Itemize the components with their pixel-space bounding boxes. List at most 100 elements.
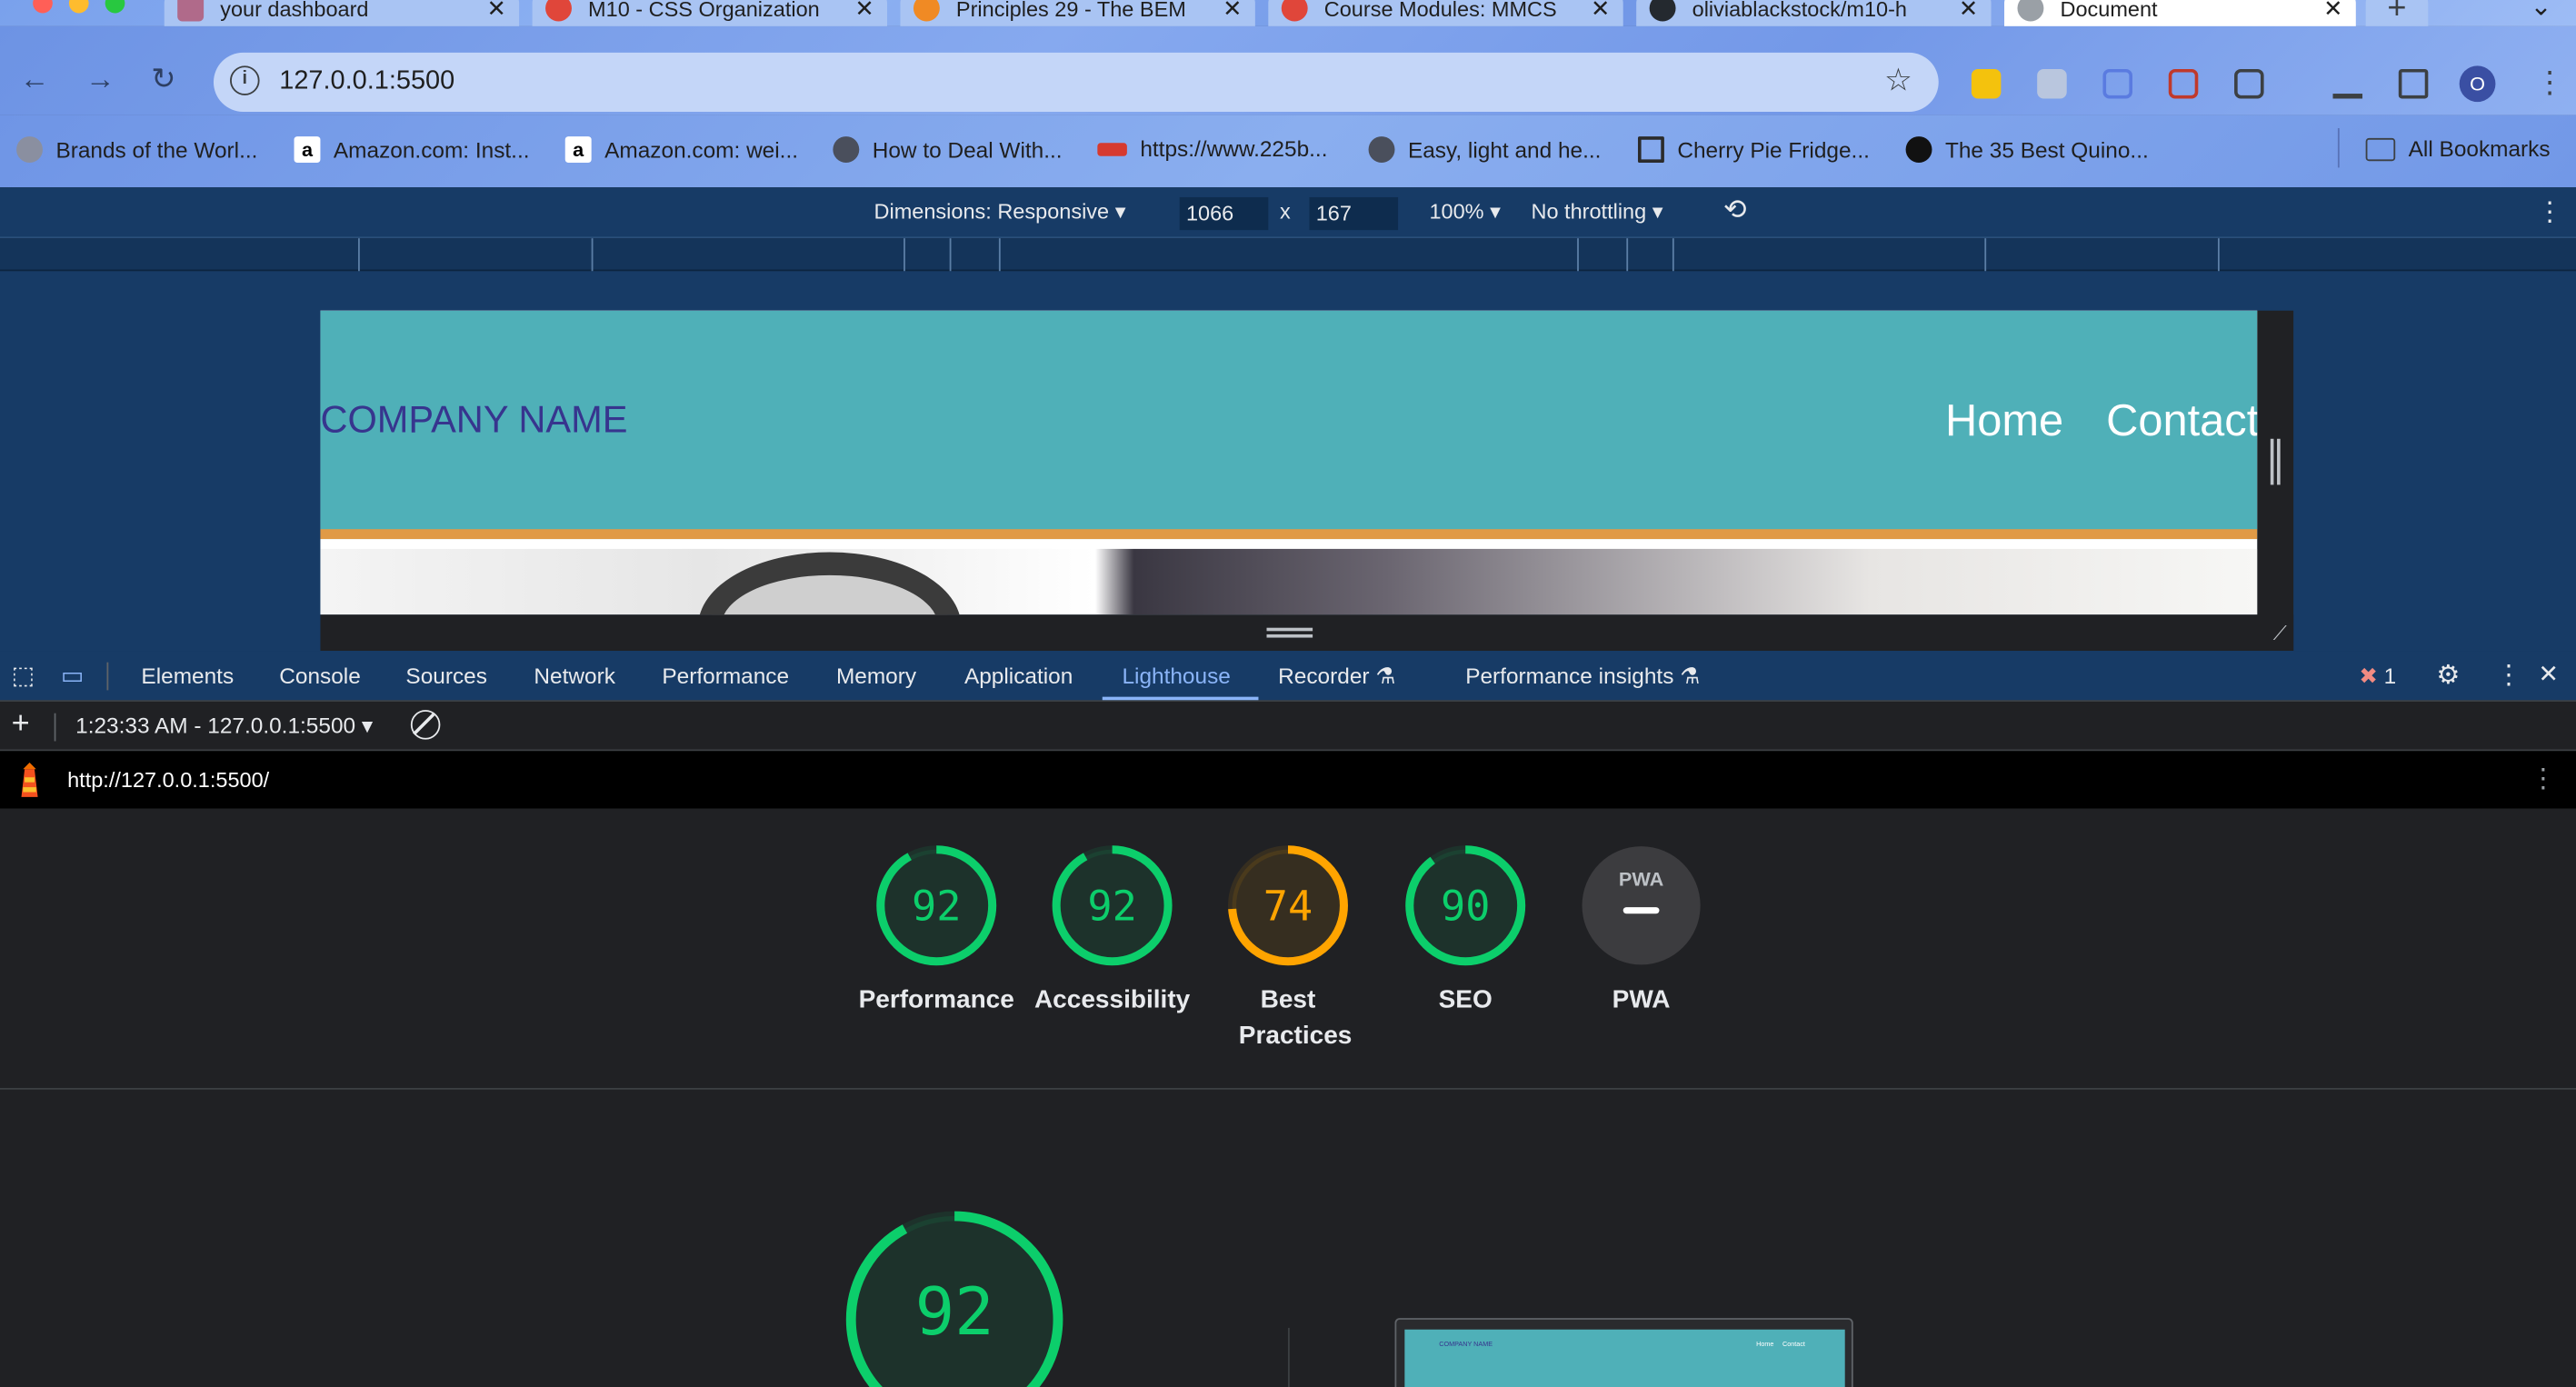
- browser-tab[interactable]: oliviablackstock/m10-h ✕: [1636, 0, 1992, 26]
- ruler-tick: [2217, 238, 2220, 272]
- tab-network[interactable]: Network: [534, 664, 614, 688]
- ruler-tick: [1626, 238, 1629, 272]
- side-panel-icon[interactable]: [2398, 68, 2429, 99]
- report-menu-icon[interactable]: ⋮: [2530, 763, 2556, 795]
- bookmark-item[interactable]: a Amazon.com: Inst...: [294, 136, 530, 164]
- globe-favicon-icon: [2017, 0, 2044, 22]
- profile-avatar[interactable]: O: [2459, 65, 2496, 103]
- bookmark-star-icon[interactable]: ☆: [1884, 63, 1912, 101]
- bookmark-item[interactable]: Easy, light and he...: [1368, 136, 1601, 164]
- active-tab-indicator: [1102, 696, 1259, 701]
- viewport-side-resize-handle[interactable]: [2257, 310, 2294, 652]
- bookmark-item[interactable]: a Amazon.com: wei...: [564, 136, 799, 164]
- maximize-window-button[interactable]: [105, 0, 125, 14]
- score-gauge-pwa[interactable]: PWA PWA: [1551, 844, 1732, 1019]
- browser-tab[interactable]: your dashboard ✕: [164, 0, 520, 26]
- browser-tab[interactable]: Course Modules: MMCS ✕: [1268, 0, 1623, 26]
- bookmark-item[interactable]: https://www.225b...: [1097, 136, 1327, 161]
- throttling-dropdown[interactable]: No throttling ▾: [1531, 199, 1662, 225]
- site-nav-contact-link[interactable]: Contact: [2106, 396, 2257, 447]
- inspect-element-icon[interactable]: ⬚: [12, 661, 35, 691]
- score-gauge-seo[interactable]: 90 SEO: [1375, 844, 1556, 1019]
- bookmark-item[interactable]: The 35 Best Quino...: [1905, 136, 2149, 164]
- media-query-ruler[interactable]: [0, 238, 2576, 272]
- report-selector[interactable]: 1:23:33 AM - 127.0.0.1:5500 ▾: [75, 713, 373, 740]
- column-divider: [1288, 1327, 1290, 1387]
- ruler-tick: [904, 238, 905, 272]
- browser-tab-active[interactable]: Document ✕: [2004, 0, 2356, 26]
- gauge-label: PWA: [1612, 985, 1671, 1014]
- tab-sources[interactable]: Sources: [405, 664, 487, 688]
- all-bookmarks-button[interactable]: All Bookmarks: [2365, 136, 2551, 161]
- height-input[interactable]: 167: [1309, 196, 1399, 231]
- tab-elements[interactable]: Elements: [141, 664, 234, 688]
- viewport-bottom-resize-handle[interactable]: ⟋: [320, 614, 2294, 652]
- gauge-score: 74: [1263, 883, 1313, 931]
- score-gauge-best-practices[interactable]: 74 Best Practices: [1198, 844, 1379, 1054]
- tab-title: Document: [2060, 0, 2158, 21]
- score-gauge-accessibility[interactable]: 92 Accessibility: [1022, 844, 1203, 1019]
- corner-resize-icon[interactable]: ⟋: [2273, 621, 2287, 645]
- clear-reports-icon[interactable]: [410, 710, 441, 740]
- extensions-puzzle-icon[interactable]: [2234, 68, 2264, 99]
- bookmark-item[interactable]: How to Deal With...: [833, 136, 1063, 164]
- chrome-menu-icon[interactable]: ⋮: [2535, 65, 2565, 100]
- media-controls-icon[interactable]: [2332, 69, 2363, 99]
- device-toggle-icon[interactable]: ▭: [61, 661, 85, 691]
- tab-lighthouse[interactable]: Lighthouse: [1122, 664, 1230, 688]
- tab-performance[interactable]: Performance: [662, 664, 789, 688]
- devtools-tab-bar: ⬚ ▭ Elements Console Sources Network Per…: [0, 651, 2576, 703]
- extension-bulb-icon[interactable]: [1971, 68, 2002, 99]
- github-favicon-icon: [1649, 0, 1676, 22]
- tab-recorder[interactable]: Recorder ⚗: [1278, 664, 1395, 690]
- close-tab-icon[interactable]: ✕: [854, 0, 874, 22]
- address-bar[interactable]: i 127.0.0.1:5500 ☆: [213, 52, 1939, 112]
- lighthouse-report-header: http://127.0.0.1:5500/ ⋮: [0, 751, 2576, 809]
- forward-arrow-icon[interactable]: →: [85, 63, 115, 97]
- final-screenshot-thumbnail[interactable]: COMPANY NAME Home Contact: [1394, 1318, 1853, 1387]
- report-url-link[interactable]: http://127.0.0.1:5500/: [67, 767, 269, 792]
- dimensions-dropdown[interactable]: Dimensions: Responsive ▾: [874, 199, 1126, 225]
- bookmark-label: Amazon.com: wei...: [604, 136, 799, 163]
- close-window-button[interactable]: [33, 0, 53, 14]
- bookmark-item[interactable]: Cherry Pie Fridge...: [1637, 136, 1870, 164]
- width-input[interactable]: 1066: [1179, 196, 1269, 231]
- screenshot-extension-icon[interactable]: [2168, 68, 2199, 99]
- back-arrow-icon[interactable]: ←: [20, 63, 50, 97]
- tab-performance-insights[interactable]: Performance insights ⚗: [1465, 664, 1700, 690]
- extension-r-icon[interactable]: [2037, 68, 2067, 99]
- close-tab-icon[interactable]: ✕: [1591, 0, 1610, 22]
- performance-featured-gauge: 92: [841, 1206, 1067, 1387]
- rotate-icon[interactable]: ⟲: [1723, 194, 1747, 226]
- close-devtools-icon[interactable]: ✕: [2538, 659, 2559, 689]
- address-url[interactable]: 127.0.0.1:5500: [279, 67, 454, 97]
- bookmark-label: Cherry Pie Fridge...: [1677, 136, 1870, 163]
- ruler-tick: [1577, 238, 1579, 272]
- devtools-menu-icon[interactable]: ⋮: [2495, 659, 2521, 692]
- tab-search-chevron-icon[interactable]: ⌄: [2530, 0, 2551, 23]
- reload-icon[interactable]: ↻: [151, 63, 175, 97]
- tab-memory[interactable]: Memory: [836, 664, 916, 688]
- site-info-icon[interactable]: i: [230, 65, 260, 95]
- settings-gear-icon[interactable]: ⚙: [2436, 659, 2460, 692]
- close-tab-icon[interactable]: ✕: [2323, 0, 2342, 22]
- device-toolbar-menu-icon[interactable]: ⋮: [2537, 195, 2563, 228]
- emulated-viewport-area: COMPANY NAME Home Contact ⟋: [0, 271, 2576, 652]
- tab-console[interactable]: Console: [279, 664, 361, 688]
- close-tab-icon[interactable]: ✕: [1223, 0, 1242, 22]
- link-extension-icon[interactable]: [2102, 68, 2133, 99]
- error-counter[interactable]: ✖ 1: [2359, 664, 2396, 690]
- minimize-window-button[interactable]: [68, 0, 89, 14]
- browser-tab[interactable]: M10 - CSS Organization ✕: [532, 0, 887, 26]
- site-nav-home-link[interactable]: Home: [1945, 396, 2063, 447]
- bookmark-item[interactable]: Brands of the Worl...: [16, 136, 257, 164]
- new-tab-button[interactable]: +: [2365, 0, 2429, 26]
- zoom-dropdown[interactable]: 100% ▾: [1429, 199, 1500, 225]
- score-gauge-performance[interactable]: 92 Performance: [846, 844, 1027, 1019]
- browser-tab[interactable]: Principles 29 - The BEM ✕: [900, 0, 1255, 26]
- tab-application[interactable]: Application: [964, 664, 1073, 688]
- close-tab-icon[interactable]: ✕: [1959, 0, 1978, 22]
- throttling-label: No throttling: [1531, 198, 1647, 224]
- new-report-plus-icon[interactable]: +: [12, 706, 30, 743]
- close-tab-icon[interactable]: ✕: [486, 0, 505, 22]
